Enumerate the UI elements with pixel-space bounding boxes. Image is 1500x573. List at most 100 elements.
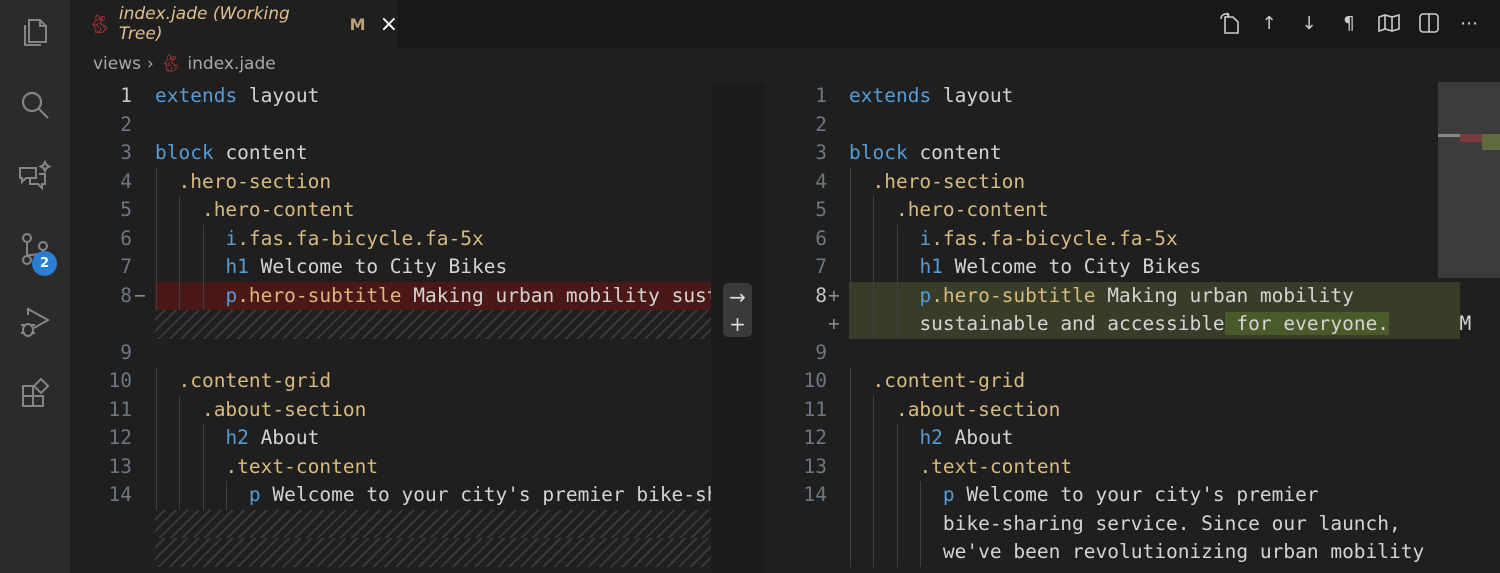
token: h2 bbox=[225, 426, 249, 449]
chat-sparkle-icon[interactable] bbox=[13, 155, 57, 199]
indent-guide bbox=[850, 310, 851, 339]
token: .hero-subtitle bbox=[931, 283, 1096, 307]
search-icon[interactable] bbox=[13, 83, 57, 127]
indent-guide bbox=[226, 481, 228, 510]
scm-badge: 2 bbox=[32, 251, 57, 276]
indent-guide bbox=[920, 481, 922, 510]
code-line: 4 .hero-section bbox=[765, 167, 1500, 196]
token: layout bbox=[237, 84, 320, 107]
code-text: we've been revolutionizing urban mobilit… bbox=[943, 538, 1424, 567]
whitespace-icon[interactable]: ¶ bbox=[1336, 10, 1362, 36]
code-line: 9 bbox=[70, 339, 711, 368]
code-line: 6 i.fas.fa-bicycle.fa-5x bbox=[70, 224, 711, 253]
indent-guide bbox=[156, 395, 157, 424]
token: extends bbox=[155, 84, 238, 107]
indent-guide bbox=[896, 253, 898, 282]
explorer-icon[interactable] bbox=[13, 11, 57, 55]
code-text: .text-content bbox=[919, 453, 1072, 482]
token: layout bbox=[931, 84, 1014, 107]
code-text: .text-content bbox=[225, 453, 378, 482]
code-line: 2 bbox=[765, 111, 1500, 140]
code-line: 1 extends layout bbox=[70, 84, 711, 111]
indent-guide bbox=[850, 395, 851, 424]
line-number: 7 bbox=[120, 255, 132, 278]
close-icon[interactable]: × bbox=[380, 12, 398, 37]
code-line: 14 p Welcome to your city's premier bbox=[765, 481, 1500, 510]
breadcrumb-folder[interactable]: views bbox=[93, 54, 141, 74]
chevron-right-icon: › bbox=[147, 54, 154, 74]
line-number: 1 bbox=[815, 84, 827, 107]
open-file-icon[interactable] bbox=[1216, 10, 1242, 36]
diff-gutter-actions: → + bbox=[723, 283, 752, 337]
indent-guide bbox=[850, 367, 851, 396]
code-line: + sustainable and accessible for everyone… bbox=[765, 310, 1500, 339]
code-line: 5 .hero-content bbox=[765, 196, 1500, 225]
breadcrumb: views › 🐇︎ index.jade bbox=[93, 54, 276, 74]
indent-guide bbox=[896, 538, 898, 567]
more-icon[interactable]: ⋯ bbox=[1456, 10, 1482, 36]
line-number: 4 bbox=[815, 169, 827, 193]
code-text: h2 About bbox=[225, 424, 319, 453]
extensions-icon[interactable] bbox=[13, 370, 57, 414]
diff-marker: + bbox=[828, 283, 840, 307]
indent-guide bbox=[896, 509, 898, 538]
indent-guide bbox=[873, 424, 875, 453]
modified-editor[interactable]: 1 extends layout 2 3 block content 4 .hero-sec… bbox=[765, 84, 1500, 573]
indent-guide bbox=[896, 310, 898, 339]
indent-guide bbox=[873, 481, 875, 510]
indent-guide bbox=[156, 167, 157, 196]
indent-guide bbox=[896, 452, 898, 481]
breadcrumb-file[interactable]: index.jade bbox=[187, 54, 275, 74]
token: extends bbox=[849, 84, 932, 107]
token: .hero-section bbox=[872, 169, 1026, 193]
code-line: 6 i.fas.fa-bicycle.fa-5x bbox=[765, 224, 1500, 253]
revert-change-button[interactable]: → bbox=[729, 285, 746, 309]
rabbit-jade-icon: 🐇︎ bbox=[159, 54, 182, 74]
line-number: 5 bbox=[120, 198, 132, 221]
indent-guide bbox=[850, 167, 851, 196]
indent-guide bbox=[873, 281, 875, 310]
line-number: 3 bbox=[815, 141, 827, 164]
line-number: 11 bbox=[803, 397, 827, 421]
run-debug-icon[interactable] bbox=[13, 300, 57, 344]
minimap[interactable] bbox=[1438, 82, 1500, 278]
stage-change-button[interactable]: + bbox=[729, 312, 746, 336]
line-number: 6 bbox=[120, 226, 132, 250]
code-line: 13 .text-content bbox=[70, 452, 711, 482]
token: .fas.fa-bicycle.fa-5x bbox=[237, 226, 484, 250]
line-number: 8 bbox=[815, 283, 827, 307]
tab-title: index.jade (Working Tree) bbox=[118, 4, 290, 44]
tab-bar: 🐇︎ index.jade (Working Tree) M × ↑ ↓ ¶ ⋯ bbox=[70, 0, 1500, 48]
split-editor-icon[interactable] bbox=[1416, 10, 1442, 36]
minimap-icon[interactable] bbox=[1376, 10, 1402, 36]
code-text: .hero-section bbox=[178, 168, 331, 197]
token: i bbox=[225, 226, 238, 250]
token: .content-grid bbox=[872, 369, 1026, 392]
next-change-icon[interactable]: ↓ bbox=[1296, 10, 1322, 36]
code-line: 9 bbox=[765, 339, 1500, 368]
diff-filler-row bbox=[70, 538, 711, 567]
tab-index-jade[interactable]: 🐇︎ index.jade (Working Tree) M × bbox=[70, 0, 398, 48]
previous-change-icon[interactable]: ↑ bbox=[1256, 10, 1282, 36]
token: .fas.fa-bicycle.fa-5x bbox=[931, 226, 1178, 250]
line-number: 10 bbox=[108, 369, 132, 392]
hatch-highlight bbox=[155, 509, 711, 538]
line-number: 2 bbox=[120, 112, 132, 136]
indent-guide bbox=[179, 424, 181, 453]
token: p bbox=[225, 283, 238, 307]
code-line: 10 .content-grid bbox=[70, 367, 711, 396]
line-number: 7 bbox=[815, 255, 827, 278]
code-text: block content bbox=[849, 139, 1002, 168]
indent-guide bbox=[156, 253, 157, 282]
token: About bbox=[248, 426, 320, 449]
code-text: h1 Welcome to City Bikes bbox=[919, 253, 1201, 282]
token: content bbox=[213, 141, 308, 164]
original-editor[interactable]: 1 extends layout 2 3 block content 4 .hero-sec… bbox=[70, 84, 711, 573]
line-number: 12 bbox=[803, 426, 827, 449]
line-number: 13 bbox=[803, 454, 827, 478]
indent-guide bbox=[873, 196, 875, 225]
line-number: 11 bbox=[108, 397, 132, 421]
line-number: 6 bbox=[815, 226, 827, 250]
token: h1 bbox=[919, 255, 943, 278]
token: i bbox=[919, 226, 932, 250]
